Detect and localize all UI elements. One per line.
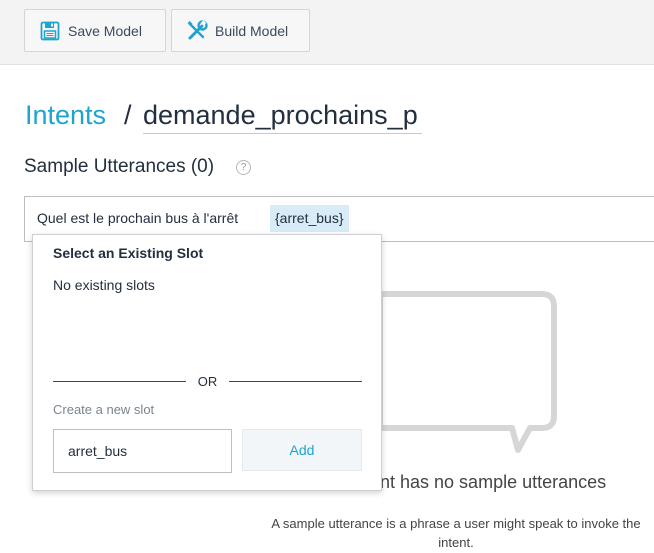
utterance-text: Quel est le prochain bus à l'arrêt [37, 210, 239, 226]
slot-chip[interactable]: {arret_bus} [270, 205, 349, 232]
toolbar: Save Model Build Model [0, 0, 654, 65]
no-slots-text: No existing slots [53, 277, 155, 293]
empty-state-description: A sample utterance is a phrase a user mi… [271, 516, 641, 550]
help-icon[interactable]: ? [236, 160, 251, 175]
save-model-label: Save Model [68, 22, 142, 39]
slot-dropdown: Select an Existing Slot No existing slot… [32, 234, 382, 491]
sample-utterances-title: Sample Utterances (0) [24, 156, 215, 177]
or-label: OR [197, 374, 218, 389]
build-model-label: Build Model [215, 22, 289, 39]
build-model-button[interactable]: Build Model [171, 9, 310, 52]
add-slot-button[interactable]: Add [242, 429, 362, 471]
divider-left [53, 381, 186, 382]
empty-state-title: nt has no sample utterances [380, 472, 607, 492]
divider-right [229, 381, 362, 382]
slot-dropdown-title: Select an Existing Slot [53, 245, 204, 261]
create-slot-label: Create a new slot [53, 402, 155, 417]
new-slot-input[interactable]: arret_bus [53, 429, 232, 473]
intent-name-field[interactable]: demande_prochains_p [143, 100, 422, 134]
wrench-screwdriver-icon [187, 19, 208, 39]
save-model-button[interactable]: Save Model [24, 9, 166, 52]
speech-bubble-icon [377, 291, 557, 453]
floppy-disk-icon [40, 21, 60, 40]
breadcrumb-intents-link[interactable]: Intents [25, 100, 106, 131]
breadcrumb-separator: / [124, 100, 132, 130]
